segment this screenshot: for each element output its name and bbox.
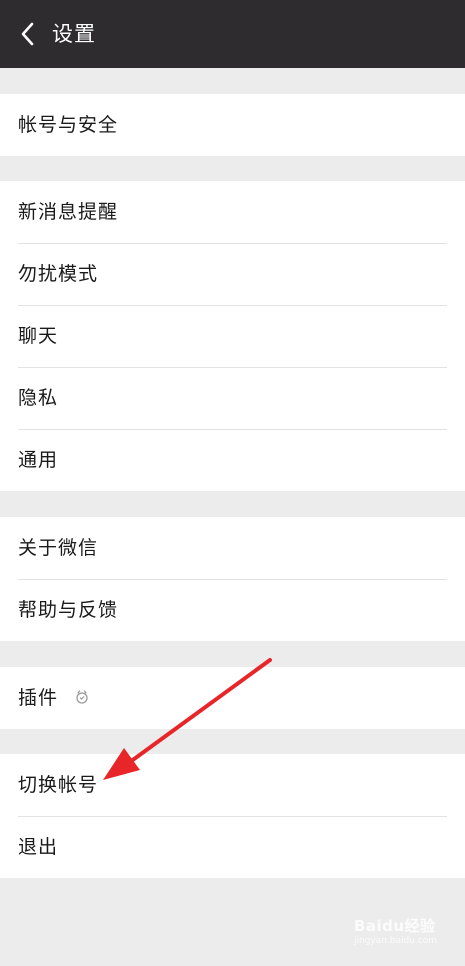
do-not-disturb-label: 勿扰模式 xyxy=(18,263,99,285)
new-message-notification-label: 新消息提醒 xyxy=(18,201,119,223)
settings-group-about: 关于微信 帮助与反馈 xyxy=(0,517,465,641)
do-not-disturb-item[interactable]: 勿扰模式 xyxy=(0,243,465,305)
settings-group-plugins: 插件 xyxy=(0,667,465,729)
chat-label: 聊天 xyxy=(18,325,59,347)
back-button[interactable] xyxy=(10,16,46,52)
settings-group-general: 新消息提醒 勿扰模式 聊天 隐私 通用 xyxy=(0,181,465,491)
help-feedback-label: 帮助与反馈 xyxy=(18,599,119,621)
switch-account-item[interactable]: 切换帐号 xyxy=(0,754,465,816)
general-item[interactable]: 通用 xyxy=(0,429,465,491)
plugin-icon xyxy=(76,690,88,704)
privacy-label: 隐私 xyxy=(18,387,59,409)
plugins-item[interactable]: 插件 xyxy=(0,667,465,729)
about-wechat-item[interactable]: 关于微信 xyxy=(0,517,465,579)
logout-item[interactable]: 退出 xyxy=(0,816,465,878)
settings-group-account: 帐号与安全 xyxy=(0,94,465,156)
settings-group-session: 切换帐号 退出 xyxy=(0,754,465,878)
account-security-item[interactable]: 帐号与安全 xyxy=(0,94,465,156)
baidu-watermark: Baidu经验 jingyan.baidu.com xyxy=(354,915,437,946)
watermark-text: Baidu经验 xyxy=(353,917,436,935)
settings-page: 设置 帐号与安全 新消息提醒 勿扰模式 聊天 隐私 通用 关于微信 帮助与反馈 xyxy=(0,0,465,966)
page-title: 设置 xyxy=(52,22,96,46)
logout-label: 退出 xyxy=(18,836,59,858)
account-security-label: 帐号与安全 xyxy=(18,114,119,136)
plugins-label: 插件 xyxy=(18,687,59,709)
watermark-subtext: jingyan.baidu.com xyxy=(353,936,437,946)
privacy-item[interactable]: 隐私 xyxy=(0,367,465,429)
help-feedback-item[interactable]: 帮助与反馈 xyxy=(0,579,465,641)
top-navigation-bar: 设置 xyxy=(0,0,465,68)
general-label: 通用 xyxy=(18,449,59,471)
about-wechat-label: 关于微信 xyxy=(18,537,99,559)
chevron-left-icon xyxy=(21,22,34,46)
switch-account-label: 切换帐号 xyxy=(18,774,99,796)
new-message-notification-item[interactable]: 新消息提醒 xyxy=(0,181,465,243)
chat-item[interactable]: 聊天 xyxy=(0,305,465,367)
